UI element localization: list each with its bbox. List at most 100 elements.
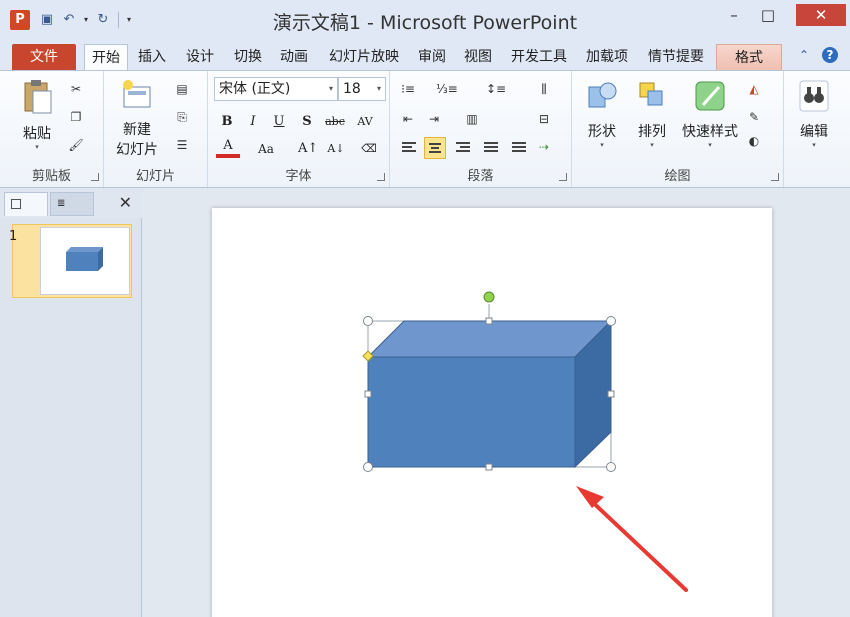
close-panel-icon[interactable]: ✕ xyxy=(119,193,132,212)
shape-fill-icon[interactable]: ◭ xyxy=(744,79,764,99)
text-direction-icon[interactable]: ⫼ xyxy=(534,79,554,99)
convert-smartart-icon[interactable]: ⇢ xyxy=(534,137,554,157)
layout-icon[interactable]: ▤ xyxy=(172,79,192,99)
align-text-icon[interactable]: ⊟ xyxy=(534,109,554,129)
slide-thumbnail-item[interactable]: 1 xyxy=(9,224,132,298)
clipboard-launcher-icon[interactable] xyxy=(91,173,99,181)
section-icon[interactable]: ☰ xyxy=(172,135,192,155)
ribbon: 粘贴 ▾ ✂ ❐ 🖌 剪贴板 新建 幻灯片 ▤ ⎘ ☰ 幻灯片 宋体 (正文) … xyxy=(0,70,850,188)
align-right-icon[interactable] xyxy=(452,137,474,159)
help-icon[interactable]: ? xyxy=(822,47,838,63)
resize-handle-top[interactable] xyxy=(485,317,493,325)
shadow-icon[interactable]: S xyxy=(296,111,318,133)
group-editing: 编辑 ▾ xyxy=(784,71,846,187)
maximize-button[interactable]: □ xyxy=(752,4,784,26)
drawing-launcher-icon[interactable] xyxy=(771,173,779,181)
tab-design[interactable]: 设计 xyxy=(180,44,220,70)
group-font: 宋体 (正文) ▾ 18 ▾ B I U S abc AV A Aa A↑ A↓… xyxy=(208,71,390,187)
slide-number: 1 xyxy=(9,229,18,244)
font-name-dropdown-icon[interactable]: ▾ xyxy=(329,78,333,100)
columns-icon[interactable]: ▥ xyxy=(462,109,482,129)
rotate-handle[interactable] xyxy=(483,291,495,303)
panel-tabs: ≣ ✕ xyxy=(0,188,142,218)
distributed-icon[interactable] xyxy=(508,137,530,159)
resize-handle-left[interactable] xyxy=(364,390,372,398)
shape-outline-icon[interactable]: ✎ xyxy=(744,107,764,127)
new-slide-icon xyxy=(123,80,151,108)
minimize-button[interactable]: – xyxy=(718,4,750,26)
outline-view-icon: ≣ xyxy=(57,198,66,209)
tab-slideshow[interactable]: 幻灯片放映 xyxy=(322,44,406,70)
shapes-icon xyxy=(588,82,617,108)
align-center-icon[interactable] xyxy=(424,137,446,159)
group-drawing: 形状 ▾ 排列 ▾ 快速样式 ▾ ◭ ✎ ◐ 绘图 xyxy=(572,71,784,187)
tab-addins[interactable]: 加载项 xyxy=(580,44,634,70)
minimize-ribbon-icon[interactable]: ⌃ xyxy=(796,47,812,63)
font-name-combo[interactable]: 宋体 (正文) ▾ xyxy=(214,77,338,101)
character-spacing-icon[interactable]: AV xyxy=(354,111,376,133)
paste-button[interactable]: 粘贴 ▾ xyxy=(14,79,60,151)
bold-icon[interactable]: B xyxy=(216,111,238,133)
tab-review[interactable]: 审阅 xyxy=(412,44,452,70)
arrange-button[interactable]: 排列 ▾ xyxy=(630,79,674,149)
font-color-icon[interactable]: A xyxy=(216,138,240,160)
align-left-icon[interactable] xyxy=(398,137,420,159)
font-launcher-icon[interactable] xyxy=(377,173,385,181)
tab-developer[interactable]: 开发工具 xyxy=(504,44,574,70)
tab-outline-view[interactable]: ≣ xyxy=(50,192,94,216)
font-size-combo[interactable]: 18 ▾ xyxy=(338,77,386,101)
italic-icon[interactable]: I xyxy=(242,111,264,133)
bullets-icon[interactable]: ⁝≡ xyxy=(398,79,418,99)
tab-transitions[interactable]: 切换 xyxy=(228,44,268,70)
edit-button[interactable]: 编辑 ▾ xyxy=(792,79,836,149)
reset-icon[interactable]: ⎘ xyxy=(172,107,192,127)
paragraph-launcher-icon[interactable] xyxy=(559,173,567,181)
resize-handle-bottom[interactable] xyxy=(485,463,493,471)
tab-storyboard[interactable]: 情节提要 xyxy=(640,44,712,70)
resize-handle-top-left[interactable] xyxy=(363,316,373,326)
format-painter-icon[interactable]: 🖌 xyxy=(66,135,86,155)
shrink-font-icon[interactable]: A↓ xyxy=(326,138,346,160)
tab-slides-view[interactable] xyxy=(4,192,48,216)
ribbon-tabs: 文件 开始 插入 设计 切换 动画 幻灯片放映 审阅 视图 开发工具 加载项 情… xyxy=(0,40,850,70)
shape-effects-icon[interactable]: ◐ xyxy=(744,131,764,151)
cut-icon[interactable]: ✂ xyxy=(66,79,86,99)
arrange-label: 排列 xyxy=(638,124,666,140)
underline-icon[interactable]: U xyxy=(268,111,290,133)
resize-handle-right[interactable] xyxy=(607,390,615,398)
close-button[interactable]: ✕ xyxy=(796,4,846,26)
grow-font-icon[interactable]: A↑ xyxy=(298,138,318,160)
tab-insert[interactable]: 插入 xyxy=(132,44,172,70)
tab-format[interactable]: 格式 xyxy=(716,44,782,70)
paste-dropdown-icon: ▾ xyxy=(35,143,39,151)
copy-icon[interactable]: ❐ xyxy=(66,107,86,127)
resize-handle-bottom-left[interactable] xyxy=(363,462,373,472)
justify-icon[interactable] xyxy=(480,137,502,159)
cube-shape[interactable] xyxy=(366,319,613,469)
resize-handle-top-right[interactable] xyxy=(606,316,616,326)
line-spacing-icon[interactable]: ↕≡ xyxy=(486,79,506,99)
quick-styles-dropdown-icon: ▾ xyxy=(708,141,712,149)
shapes-button[interactable]: 形状 ▾ xyxy=(580,79,624,149)
font-size-dropdown-icon[interactable]: ▾ xyxy=(377,78,381,100)
increase-indent-icon[interactable]: ⇥ xyxy=(424,109,444,129)
font-group-label: 字体 xyxy=(285,169,312,184)
clear-formatting-icon[interactable]: ⌫ xyxy=(358,138,380,160)
quick-styles-button[interactable]: 快速样式 ▾ xyxy=(678,79,742,149)
edit-dropdown-icon: ▾ xyxy=(812,141,816,149)
quick-styles-icon xyxy=(695,81,725,111)
slide-canvas[interactable] xyxy=(212,208,772,617)
new-slide-button[interactable]: 新建 幻灯片 xyxy=(108,79,166,159)
strikethrough-icon[interactable]: abc xyxy=(324,111,346,133)
tab-home[interactable]: 开始 xyxy=(84,44,128,70)
tab-file[interactable]: 文件 xyxy=(12,44,76,70)
tab-view[interactable]: 视图 xyxy=(458,44,498,70)
change-case-icon[interactable]: Aa xyxy=(252,138,280,160)
decrease-indent-icon[interactable]: ⇤ xyxy=(398,109,418,129)
resize-handle-bottom-right[interactable] xyxy=(606,462,616,472)
quick-styles-label: 快速样式 xyxy=(682,124,738,140)
paste-icon xyxy=(24,80,52,114)
numbering-icon[interactable]: ⅓≡ xyxy=(436,79,458,99)
slide-thumbnail[interactable] xyxy=(40,227,130,295)
tab-animations[interactable]: 动画 xyxy=(274,44,314,70)
